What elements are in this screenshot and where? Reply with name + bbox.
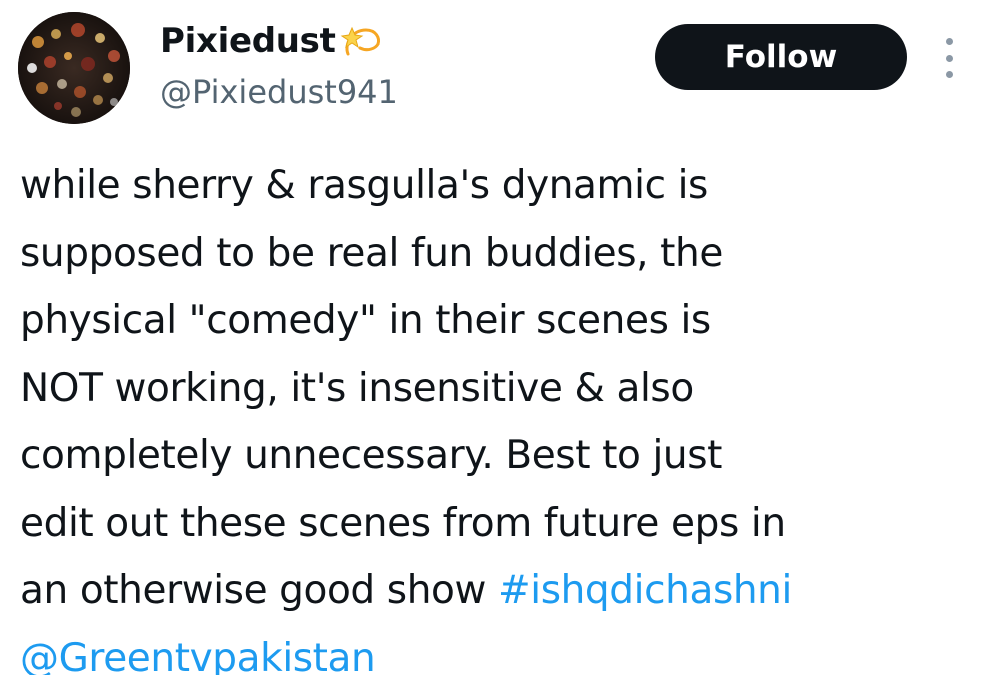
avatar[interactable] (18, 12, 130, 124)
tweet-text: while sherry & rasgulla's dynamic is sup… (20, 152, 975, 675)
tweet-text-line: @Greentvpakistan (20, 625, 975, 675)
bokeh-lights-avatar-icon (18, 12, 130, 124)
tweet-text-line: NOT working, it's insensitive & also (20, 365, 694, 411)
more-options-icon[interactable] (936, 34, 962, 82)
tweet-text-line-last: an otherwise good show #ishqdichashni (20, 557, 975, 625)
hashtag-link[interactable]: #ishqdichashni (498, 568, 792, 613)
tweet-text-segment: an otherwise good show (20, 568, 498, 613)
tweet-text-line: while sherry & rasgulla's dynamic is (20, 163, 708, 208)
follow-button[interactable]: Follow (655, 24, 907, 90)
tweet-text-line: edit out these scenes from future eps in (20, 500, 786, 546)
display-name[interactable]: Pixiedust (160, 18, 336, 64)
display-name-row[interactable]: Pixiedust (160, 18, 384, 64)
tweet-text-line: physical "comedy" in their scenes is (20, 298, 711, 343)
more-dot (945, 54, 953, 62)
more-dot (945, 38, 953, 45)
tweet-card: Pixiedust @Pixiedust941 Follow while she… (0, 0, 983, 675)
tweet-text-line: supposed to be real fun buddies, the (20, 230, 723, 276)
tweet-text-line: completely unnecessary. Best to just (20, 433, 723, 478)
dizzy-star-icon (338, 18, 384, 64)
mention-link[interactable]: @Greentvpakistan (20, 636, 376, 675)
user-handle[interactable]: @Pixiedust941 (160, 70, 398, 114)
more-dot (945, 71, 953, 78)
